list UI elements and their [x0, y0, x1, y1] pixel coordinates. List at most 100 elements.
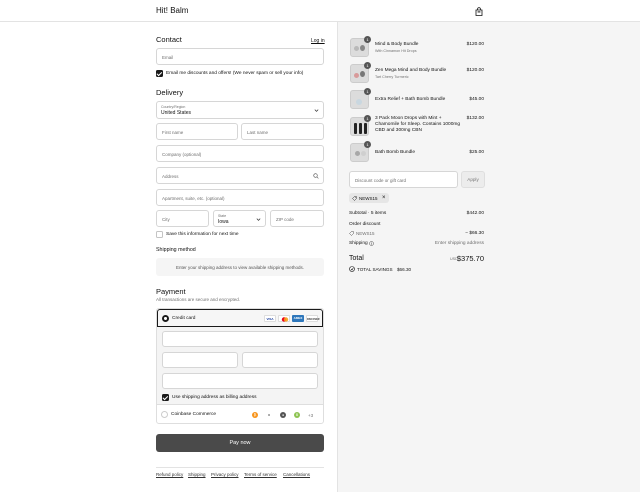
company-placeholder: Company (optional) [162, 151, 202, 157]
state-select[interactable]: State Iowa [213, 210, 266, 227]
save-info-checkbox[interactable] [156, 231, 163, 238]
quantity-badge: 1 [364, 141, 371, 148]
shipping-method-title: Shipping method [156, 247, 196, 253]
discount-code-label: NEWS15 [356, 230, 375, 236]
privacy-policy-link[interactable]: Privacy policy [211, 472, 239, 477]
coinbase-radio[interactable] [161, 411, 168, 418]
city-field[interactable]: City [156, 210, 209, 227]
billing-address-checkbox[interactable] [162, 394, 169, 401]
name-on-card-field[interactable] [162, 373, 318, 389]
brand-logo[interactable]: Hit! Balm [156, 6, 188, 15]
chevron-down-icon [256, 218, 261, 221]
applied-discount-tag: NEWS15 × [349, 193, 389, 203]
zip-field[interactable]: ZIP code [270, 210, 324, 227]
amex-icon: AMEX [292, 315, 304, 322]
credit-card-option[interactable]: Credit card VISA AMEX DISCOVER [157, 309, 323, 327]
credit-card-label: Credit card [172, 316, 196, 321]
more-methods-count: +3 [308, 412, 314, 418]
last-name-field[interactable]: Last name [241, 123, 324, 140]
product-thumbnail: 1 [350, 88, 371, 109]
footer-divider [156, 467, 324, 468]
payment-options: Credit card VISA AMEX DISCOVER Use shipp… [156, 308, 324, 424]
applied-code: NEWS15 [359, 195, 378, 201]
chevron-down-icon [314, 109, 319, 112]
total-savings-value: $66.30 [397, 266, 412, 272]
checkout-header: Hit! Balm [0, 0, 640, 22]
expiration-field[interactable] [162, 352, 238, 368]
marketing-label: Email me discounts and offers! (We never… [166, 71, 304, 76]
visa-icon: VISA [264, 315, 276, 322]
savings-tag-icon [349, 266, 355, 272]
address-placeholder: Address [162, 173, 179, 179]
first-name-field[interactable]: First name [156, 123, 238, 140]
tag-icon [352, 195, 357, 201]
product-name: Zen Mega Mind and Body Bundle [375, 68, 447, 73]
product-thumbnail: 1 [350, 141, 371, 162]
ethereum-icon: ♦ [266, 412, 272, 418]
contact-title: Contact [156, 35, 182, 44]
shopping-bag-icon[interactable] [475, 7, 483, 16]
shipping-notice-text: Enter your shipping address to view avai… [175, 264, 305, 270]
quantity-badge: 1 [364, 36, 371, 43]
apply-button[interactable]: Apply [461, 171, 485, 188]
product-price: $25.00 [469, 150, 484, 155]
credit-card-radio[interactable] [162, 315, 169, 322]
refund-policy-link[interactable]: Refund policy [156, 472, 183, 477]
currency-code: USD [450, 257, 458, 261]
shipping-label: Shipping [349, 241, 368, 246]
cancellations-link[interactable]: Cancellations [283, 472, 310, 477]
product-thumbnail: 1 [350, 36, 371, 57]
country-select[interactable]: Country/Region United States [156, 101, 324, 119]
coinbase-option[interactable]: Coinbase Commerce ₿ ♦ ● B +3 [157, 406, 323, 423]
address-field[interactable]: Address [156, 167, 324, 184]
remove-discount-icon[interactable]: × [382, 195, 386, 201]
delivery-title: Delivery [156, 88, 184, 97]
product-variant: Tart Cherry Turmeric [375, 75, 409, 79]
quantity-badge: 1 [364, 88, 371, 95]
search-icon [313, 173, 319, 179]
order-summary-panel [337, 22, 640, 492]
pay-now-button[interactable]: Pay now [156, 434, 324, 452]
total-value: $375.70 [456, 254, 484, 263]
product-price: $120.00 [466, 68, 484, 73]
apartment-placeholder: Apartment, suite, etc. (optional) [162, 195, 225, 201]
coinbase-label: Coinbase Commerce [171, 412, 217, 417]
apartment-field[interactable]: Apartment, suite, etc. (optional) [156, 189, 324, 206]
shipping-method-notice: Enter your shipping address to view avai… [156, 258, 324, 276]
tag-icon [349, 230, 354, 236]
payment-title: Payment [156, 287, 186, 296]
subtotal-value: $442.00 [466, 211, 484, 216]
email-placeholder: Email [162, 54, 174, 60]
security-code-field[interactable] [242, 352, 318, 368]
discount-value: − $66.30 [465, 230, 484, 236]
billing-address-label: Use shipping address as billing address [172, 395, 257, 400]
info-icon[interactable] [369, 241, 374, 246]
bitcoin-cash-icon: B [294, 412, 300, 418]
login-link[interactable]: Log in [311, 38, 325, 44]
product-price: $45.00 [469, 97, 484, 102]
product-price: $120.00 [466, 42, 484, 47]
card-details-form: Use shipping address as billing address [157, 327, 323, 405]
quantity-badge: 1 [364, 115, 371, 122]
shipping-link[interactable]: Shipping [188, 472, 206, 477]
save-info-label: Save this information for next time [166, 232, 239, 237]
shipping-value: Enter shipping address [434, 241, 484, 246]
discount-code-field[interactable]: Discount code or gift card [349, 171, 458, 188]
product-thumbnail: 1 [350, 62, 371, 83]
email-field[interactable]: Email [156, 48, 324, 65]
card-number-field[interactable] [162, 331, 318, 347]
state-value: Iowa [218, 219, 229, 225]
product-thumbnail: 1 [350, 115, 371, 136]
crypto-coin-icon: ● [280, 412, 286, 418]
zip-placeholder: ZIP code [276, 216, 294, 222]
product-name: 3 Pack Moon Drops with Mint + Chamomile … [375, 116, 461, 133]
quantity-badge: 1 [364, 62, 371, 69]
terms-link[interactable]: Terms of service [244, 472, 277, 477]
marketing-checkbox[interactable] [156, 70, 163, 77]
company-field[interactable]: Company (optional) [156, 145, 324, 162]
last-name-placeholder: Last name [247, 129, 269, 135]
product-price: $132.00 [466, 116, 484, 121]
discover-icon: DISCOVER [306, 315, 320, 322]
payment-subtitle: All transactions are secure and encrypte… [156, 297, 241, 302]
total-savings-label: TOTAL SAVINGS [357, 266, 393, 272]
